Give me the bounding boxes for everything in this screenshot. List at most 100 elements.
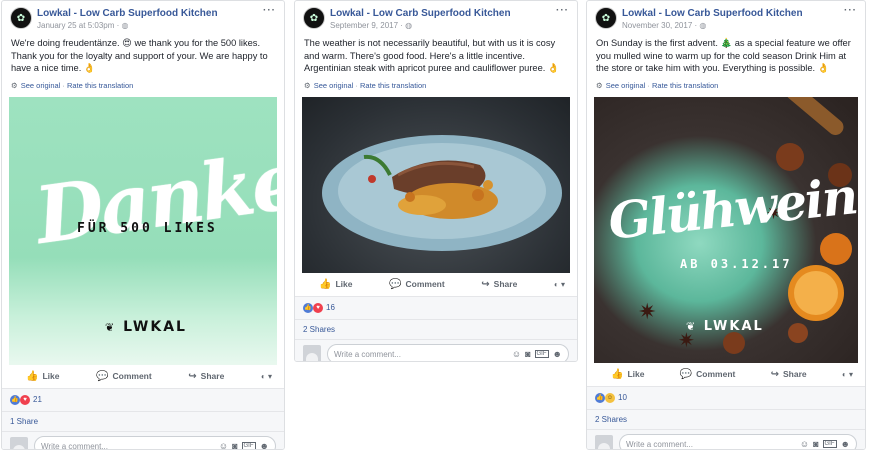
timestamp-text[interactable]: January 25 at 5:03pm — [37, 21, 114, 30]
page-avatar[interactable]: ✿ — [303, 7, 325, 29]
emoji-icon[interactable]: ☺ — [800, 439, 809, 449]
comment-icon: 💬 — [96, 370, 109, 382]
post-timestamp[interactable]: January 25 at 5:03pm · ◍ — [37, 21, 128, 30]
caret-down-icon: ▾ — [267, 371, 272, 381]
logo-leaf-icon: ❦ — [686, 319, 698, 333]
post-image[interactable]: ✷ ✷ ✷ Glühwein AB 03.12.17 ❦ LWKAL — [594, 96, 858, 363]
action-bar: 👍 Like 💬 Comment ↪ Share ◐ ▾ — [2, 365, 284, 389]
emoji-icon[interactable]: ☺ — [219, 441, 228, 449]
profile-icon: ◐ — [841, 369, 847, 379]
comment-button[interactable]: 💬 Comment — [680, 369, 736, 380]
comment-icon: 💬 — [389, 278, 402, 290]
image-subline: FÜR 500 LIKES — [77, 220, 218, 236]
share-button[interactable]: ↪ Share — [481, 279, 517, 290]
post-as-dropdown[interactable]: ◐ ▾ — [842, 370, 853, 379]
page-name-link[interactable]: Lowkal - Low Carb Superfood Kitchen — [330, 8, 511, 19]
post-text: On Sunday is the first advent. 🎄 as a sp… — [596, 38, 851, 73]
camera-icon[interactable]: ◙ — [525, 349, 530, 359]
sticker-icon[interactable]: ☻ — [260, 441, 269, 449]
globe-icon: ◍ — [121, 21, 129, 30]
timestamp-text[interactable]: September 9, 2017 — [330, 21, 398, 30]
sticker-icon[interactable]: ☻ — [553, 349, 562, 359]
caret-down-icon: ▾ — [848, 369, 853, 379]
post-image[interactable]: Danke! FÜR 500 LIKES ❦ LWKAL — [9, 96, 277, 365]
logo-text: LWKAL — [123, 318, 187, 335]
walnut — [776, 142, 804, 171]
reaction-count[interactable]: 10 — [618, 393, 627, 402]
share-label: Share — [493, 279, 518, 289]
like-label: Like — [335, 279, 353, 289]
gif-icon[interactable]: GIF — [534, 350, 549, 358]
share-icon: ↪ — [481, 278, 490, 290]
comment-input[interactable]: Write a comment... ☺ ◙ GIF ☻ — [327, 344, 569, 361]
like-button[interactable]: 👍 Like — [319, 279, 352, 290]
mushroom — [483, 179, 493, 190]
comment-icon: 💬 — [679, 368, 693, 380]
comment-button[interactable]: 💬 Comment — [389, 279, 445, 290]
rate-translation-link[interactable]: Rate this translation — [652, 81, 718, 90]
page-avatar[interactable]: ✿ — [595, 7, 617, 29]
reactions-summary[interactable]: 👍 ♥ 21 — [2, 388, 284, 411]
camera-icon[interactable]: ◙ — [232, 441, 237, 449]
wow-reaction-icon: ☺ — [605, 392, 615, 403]
image-headline: Danke! — [30, 130, 277, 262]
post-as-dropdown[interactable]: ◐ ▾ — [554, 280, 565, 289]
page-name-link[interactable]: Lowkal - Low Carb Superfood Kitchen — [37, 8, 218, 19]
settings-icon: ⚙ — [11, 80, 18, 90]
post-image[interactable] — [302, 96, 570, 273]
mushroom — [472, 188, 484, 201]
pepper-garnish — [368, 174, 376, 183]
rate-translation-link[interactable]: Rate this translation — [360, 81, 426, 90]
see-original-link[interactable]: See original — [314, 81, 354, 90]
comment-button[interactable]: 💬 Comment — [96, 371, 152, 382]
see-original-link[interactable]: See original — [606, 81, 646, 90]
comment-composer: Write a comment... ☺ ◙ GIF ☻ — [2, 430, 284, 449]
comment-input[interactable]: Write a comment... ☺ ◙ GIF ☻ — [619, 434, 857, 449]
comment-input[interactable]: Write a comment... ☺ ◙ GIF ☻ — [34, 436, 276, 449]
profile-icon: ◐ — [553, 279, 559, 289]
reaction-count[interactable]: 16 — [326, 303, 335, 312]
like-button[interactable]: 👍 Like — [611, 369, 644, 380]
post-header: ✿ Lowkal - Low Carb Superfood Kitchen No… — [587, 1, 865, 33]
caret-down-icon: ▾ — [560, 279, 565, 289]
post-header: ✿ Lowkal - Low Carb Superfood Kitchen Se… — [295, 1, 577, 33]
star-anise-icon: ✷ — [638, 299, 656, 324]
like-reaction-icon: 👍 — [595, 392, 605, 403]
like-button[interactable]: 👍 Like — [26, 371, 59, 382]
reactions-summary[interactable]: 👍 ☺ 10 — [587, 386, 865, 409]
shares-count[interactable]: 2 Shares — [295, 318, 577, 339]
more-options-icon[interactable]: ··· — [556, 5, 569, 16]
rate-translation-link[interactable]: Rate this translation — [67, 81, 133, 90]
gif-icon[interactable]: GIF — [241, 442, 256, 449]
comment-composer: Write a comment... ☺ ◙ GIF ☻ — [587, 428, 865, 449]
shares-count[interactable]: 2 Shares — [587, 408, 865, 429]
gif-icon[interactable]: GIF — [822, 440, 837, 448]
more-options-icon[interactable]: ··· — [263, 5, 276, 16]
see-original-link[interactable]: See original — [21, 81, 61, 90]
shares-count[interactable]: 1 Share — [2, 410, 284, 431]
translation-bar: ⚙ See original · Rate this translation — [596, 80, 719, 90]
reactions-summary[interactable]: 👍 ♥ 16 — [295, 296, 577, 319]
emoji-icon[interactable]: ☺ — [512, 349, 521, 359]
camera-icon[interactable]: ◙ — [813, 439, 818, 449]
translation-bar: ⚙ See original · Rate this translation — [304, 80, 427, 90]
post-card: ✿ Lowkal - Low Carb Superfood Kitchen Ja… — [1, 0, 285, 450]
post-text: We're doing freudentänze. 😍 we thank you… — [11, 38, 268, 73]
timestamp-text[interactable]: November 30, 2017 — [622, 21, 692, 30]
share-button[interactable]: ↪ Share — [771, 369, 807, 380]
user-avatar — [595, 435, 613, 449]
post-as-dropdown[interactable]: ◐ ▾ — [261, 372, 272, 381]
more-options-icon[interactable]: ··· — [844, 5, 857, 16]
page-name-link[interactable]: Lowkal - Low Carb Superfood Kitchen — [622, 8, 803, 19]
page-avatar[interactable]: ✿ — [10, 7, 32, 29]
share-button[interactable]: ↪ Share — [188, 371, 224, 382]
reaction-count[interactable]: 21 — [33, 395, 42, 404]
logo-leaf-icon: ❦ — [105, 320, 117, 334]
sticker-icon[interactable]: ☻ — [841, 439, 850, 449]
post-timestamp[interactable]: September 9, 2017 · ◍ — [330, 21, 412, 30]
comment-composer: Write a comment... ☺ ◙ GIF ☻ — [295, 338, 577, 361]
profile-icon: ◐ — [260, 371, 266, 381]
post-card: ✿ Lowkal - Low Carb Superfood Kitchen No… — [586, 0, 866, 450]
like-label: Like — [42, 371, 60, 381]
post-timestamp[interactable]: November 30, 2017 · ◍ — [622, 21, 706, 30]
